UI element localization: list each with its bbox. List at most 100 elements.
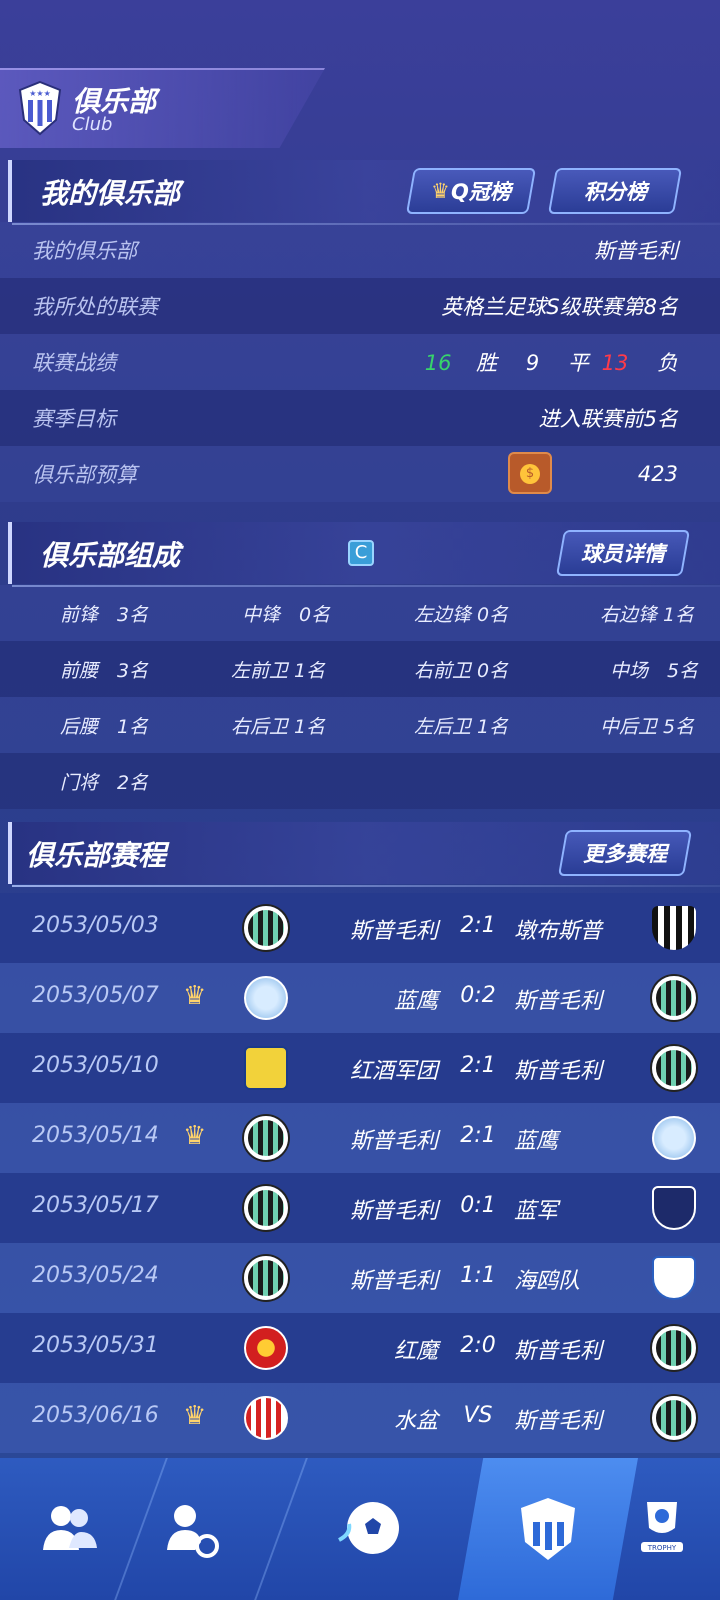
home-team-badge-icon [244, 906, 288, 950]
football-icon [338, 1502, 399, 1554]
home-team-badge-icon [244, 1046, 288, 1090]
home-team-name: 红魔 [393, 1339, 438, 1364]
away-team-badge-icon [652, 906, 696, 950]
club-shield-icon: ★★★ [18, 80, 62, 136]
home-team-badge-icon [244, 1186, 288, 1230]
more-fixtures-button[interactable]: 更多赛程 [557, 830, 693, 876]
club-icon [521, 1498, 575, 1560]
svg-text:TROPHY: TROPHY [647, 1544, 677, 1552]
section-title: 我的俱乐部 [40, 177, 181, 210]
player-details-button[interactable]: 球员详情 [555, 530, 691, 576]
wins-count: 16 [424, 351, 452, 375]
home-team-badge-icon [244, 1396, 288, 1440]
away-team-badge-icon [652, 1116, 696, 1160]
nav-players[interactable] [0, 1458, 140, 1600]
section-title: 俱乐部赛程 [26, 839, 167, 872]
home-team-badge-icon [244, 1116, 288, 1160]
fixture-row[interactable]: 2053/05/10 红酒军团 2:1 斯普毛利 [0, 1033, 720, 1103]
fixture-date: 2053/05/14 [32, 1123, 159, 1148]
away-team-badge-icon [652, 1396, 696, 1440]
away-team-badge-icon [652, 1046, 696, 1090]
nav-trophy[interactable]: TROPHY [592, 1458, 720, 1600]
fixtures-section-header: 俱乐部赛程 更多赛程 [8, 822, 720, 887]
info-row-club: 我的俱乐部 斯普毛利 [0, 222, 720, 278]
fixtures-list[interactable]: 2053/05/03 斯普毛利 2:1 墩布斯普 2053/05/07 ♛ 蓝鹰… [0, 893, 720, 1453]
composition-row: 门将 2名 [0, 753, 720, 809]
fixture-row[interactable]: 2053/05/17 斯普毛利 0:1 蓝军 [0, 1173, 720, 1243]
home-team-name: 蓝鹰 [393, 989, 438, 1014]
home-team-name: 红酒军团 [349, 1059, 438, 1084]
transfer-icon [167, 1505, 219, 1558]
draws-count: 9 [525, 351, 540, 375]
nav-match[interactable] [300, 1458, 440, 1600]
q-cup-ranking-button[interactable]: ♛ Q冠榜 [405, 168, 537, 214]
fixture-row[interactable]: 2053/05/31 红魔 2:0 斯普毛利 [0, 1313, 720, 1383]
fixture-date: 2053/05/24 [32, 1263, 159, 1288]
fixture-date: 2053/05/03 [32, 913, 159, 938]
grade-badge: C [348, 540, 374, 566]
home-team-name: 斯普毛利 [349, 1129, 438, 1154]
composition-row: 前锋 3名 中锋 0名 左边锋 0名 右边锋 1名 [0, 585, 720, 641]
home-team-badge-icon [244, 976, 288, 1020]
fixture-row[interactable]: 2053/06/16 ♛ 水盆 VS 斯普毛利 [0, 1383, 720, 1453]
away-team-name: 海鸥队 [514, 1269, 581, 1294]
away-team-name: 斯普毛利 [514, 1059, 603, 1084]
composition-row: 前腰 3名 左前卫 1名 右前卫 0名 中场 5名 [0, 641, 720, 697]
trophy-icon: TROPHY [641, 1502, 683, 1552]
nav-transfer[interactable] [120, 1458, 260, 1600]
info-row-record: 联赛战绩 16 胜 9 平 13 负 [0, 334, 720, 390]
away-team-name: 蓝军 [514, 1199, 559, 1224]
fixture-date: 2053/05/31 [32, 1333, 159, 1358]
home-team-badge-icon [244, 1256, 288, 1300]
my-club-section-header: 我的俱乐部 ♛ Q冠榜 积分榜 [8, 160, 720, 225]
section-title: 俱乐部组成 [40, 539, 181, 572]
crown-icon: ♛ [430, 179, 450, 203]
away-team-badge-icon [652, 1186, 696, 1230]
fixture-row[interactable]: 2053/05/24 斯普毛利 1:1 海鸥队 [0, 1243, 720, 1313]
fixture-date: 2053/05/17 [32, 1193, 159, 1218]
svg-text:★★★: ★★★ [29, 89, 51, 98]
league-record: 16 胜 9 平 13 负 [424, 351, 678, 375]
away-team-name: 斯普毛利 [514, 1339, 603, 1364]
players-icon [43, 1506, 97, 1550]
fixture-row[interactable]: 2053/05/14 ♛ 斯普毛利 2:1 蓝鹰 [0, 1103, 720, 1173]
away-team-name: 墩布斯普 [514, 919, 603, 944]
wallet-icon: $ [508, 452, 552, 494]
fixture-date: 2053/05/07 [32, 983, 159, 1008]
away-team-badge-icon [652, 1326, 696, 1370]
bottom-nav: TROPHY [0, 1458, 720, 1600]
match-score: VS [463, 1403, 493, 1428]
match-score: 0:1 [460, 1193, 496, 1218]
fixture-row[interactable]: 2053/05/03 斯普毛利 2:1 墩布斯普 [0, 893, 720, 963]
info-row-goal: 赛季目标 进入联赛前5名 [0, 390, 720, 446]
away-team-name: 蓝鹰 [514, 1129, 559, 1154]
match-score: 0:2 [460, 983, 496, 1008]
match-score: 2:1 [460, 1053, 496, 1078]
match-score: 2:1 [460, 913, 496, 938]
league-table-button[interactable]: 积分榜 [547, 168, 683, 214]
fixture-row[interactable]: 2053/05/07 ♛ 蓝鹰 0:2 斯普毛利 [0, 963, 720, 1033]
home-team-name: 斯普毛利 [349, 1269, 438, 1294]
fixture-date: 2053/05/10 [32, 1053, 159, 1078]
page-subtitle: Club [72, 114, 113, 135]
home-team-name: 斯普毛利 [349, 1199, 438, 1224]
losses-count: 13 [601, 351, 629, 375]
home-team-name: 水盆 [393, 1409, 438, 1434]
info-row-league: 我所处的联赛 英格兰足球S级联赛第8名 [0, 278, 720, 334]
match-score: 2:0 [460, 1333, 496, 1358]
away-team-badge-icon [652, 1256, 696, 1300]
home-team-badge-icon [244, 1326, 288, 1370]
away-team-badge-icon [652, 976, 696, 1020]
info-row-budget: 俱乐部预算 $ 423 [0, 446, 720, 502]
match-score: 1:1 [460, 1263, 496, 1288]
club-page: ★★★ 俱乐部 Club 我的俱乐部 ♛ Q冠榜 积分榜 我的俱乐部 斯普毛利 … [0, 0, 720, 1600]
composition-row: 后腰 1名 右后卫 1名 左后卫 1名 中后卫 5名 [0, 697, 720, 753]
away-team-name: 斯普毛利 [514, 989, 603, 1014]
crown-icon: ♛ [183, 1401, 207, 1431]
away-team-name: 斯普毛利 [514, 1409, 603, 1434]
crown-icon: ♛ [183, 981, 207, 1011]
crown-icon: ♛ [183, 1121, 207, 1151]
page-header: ★★★ 俱乐部 Club [0, 68, 325, 148]
fixture-date: 2053/06/16 [32, 1403, 159, 1428]
match-score: 2:1 [460, 1123, 496, 1148]
